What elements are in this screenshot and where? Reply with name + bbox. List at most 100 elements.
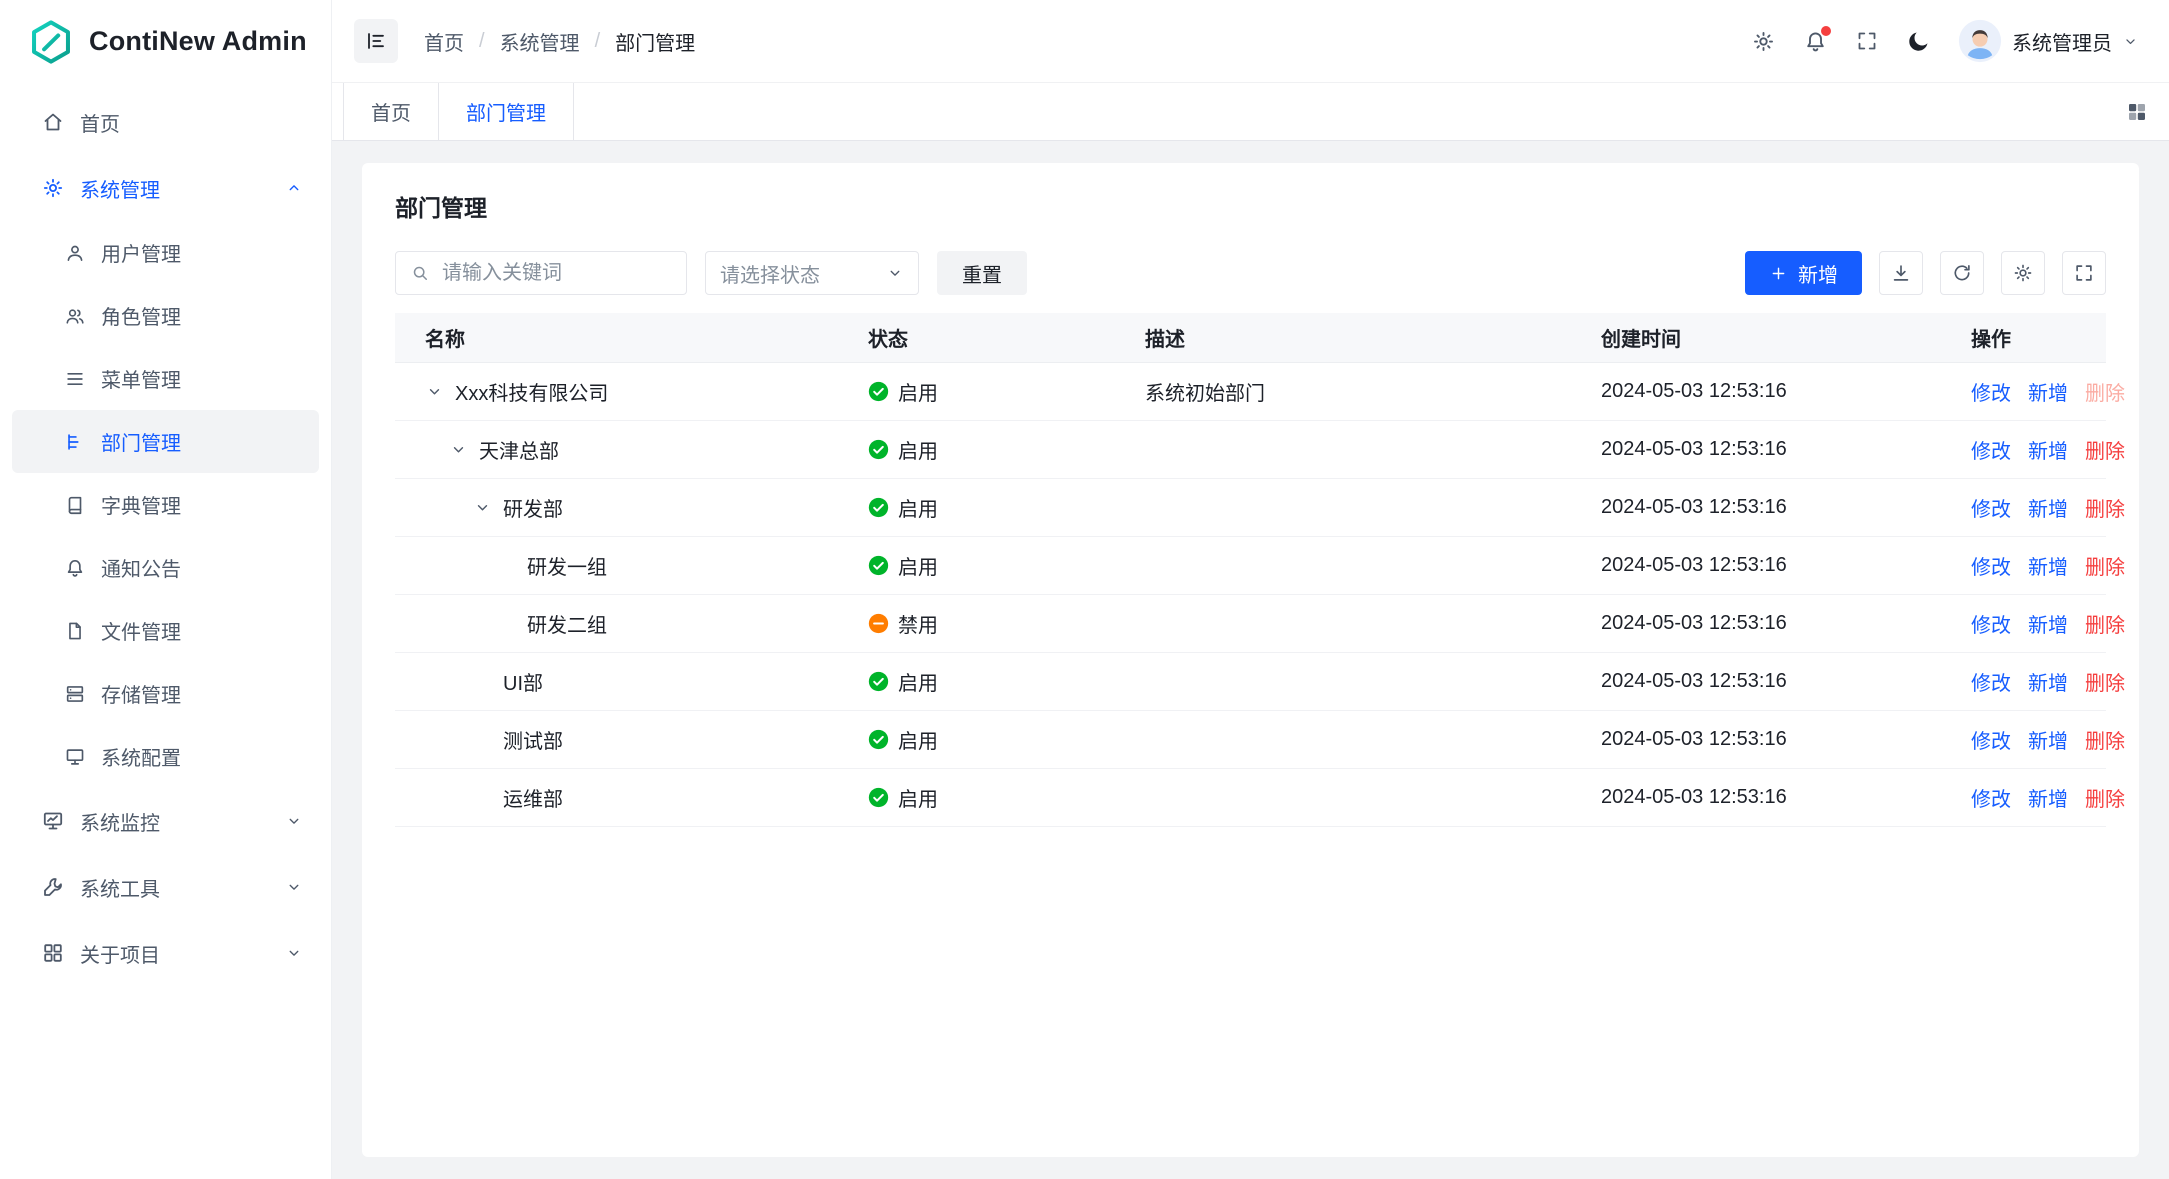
row-expand-icon[interactable]: [473, 498, 503, 517]
delete-link[interactable]: 删除: [2085, 377, 2125, 406]
sidebar-item-notice[interactable]: 通知公告: [12, 536, 319, 599]
grid-icon: [41, 941, 65, 965]
add-link[interactable]: 新增: [2028, 377, 2068, 406]
search-icon: [410, 263, 430, 283]
breadcrumb-system-management[interactable]: 系统管理: [500, 27, 580, 56]
table-toolbar: 请选择状态 重置 新增: [395, 251, 2106, 295]
col-header-operations: 操作: [1941, 323, 2106, 352]
department-name: 研发部: [503, 493, 563, 522]
notifications-button[interactable]: [1803, 29, 1828, 54]
status-label: 启用: [898, 783, 938, 812]
refresh-icon: [1951, 262, 1973, 284]
table-row: Xxx科技有限公司启用系统初始部门2024-05-03 12:53:16修改新增…: [395, 363, 2106, 421]
edit-link[interactable]: 修改: [1971, 783, 2011, 812]
col-header-status: 状态: [838, 323, 1115, 352]
dark-mode-toggle[interactable]: [1906, 29, 1931, 54]
collapse-sidebar-button[interactable]: [354, 19, 398, 63]
tab-department-management[interactable]: 部门管理: [439, 83, 574, 140]
status-select[interactable]: 请选择状态: [705, 251, 919, 295]
edit-link[interactable]: 修改: [1971, 551, 2011, 580]
sidebar-item-system-config[interactable]: 系统配置: [12, 725, 319, 788]
table-row: 研发二组禁用2024-05-03 12:53:16修改新增删除: [395, 595, 2106, 653]
sidebar-item-user-management[interactable]: 用户管理: [12, 221, 319, 284]
created-time: 2024-05-03 12:53:16: [1571, 496, 1941, 519]
delete-link[interactable]: 删除: [2085, 435, 2125, 464]
tab-home[interactable]: 首页: [343, 83, 439, 140]
add-link[interactable]: 新增: [2028, 493, 2068, 522]
status-enabled-icon: [868, 729, 889, 750]
tree-icon: [64, 431, 86, 453]
add-link[interactable]: 新增: [2028, 725, 2068, 754]
column-settings-button[interactable]: [2001, 251, 2045, 295]
sidebar-item-role-management[interactable]: 角色管理: [12, 284, 319, 347]
sidebar-item-label: 通知公告: [101, 553, 303, 582]
sidebar-item-dict-management[interactable]: 字典管理: [12, 473, 319, 536]
monitor-icon: [64, 746, 86, 768]
row-actions: 修改新增删除: [1941, 725, 2106, 754]
table-fullscreen-button[interactable]: [2062, 251, 2106, 295]
sidebar-item-system-management[interactable]: 系统管理: [0, 155, 331, 221]
fullscreen-button[interactable]: [1855, 29, 1879, 53]
add-link[interactable]: 新增: [2028, 609, 2068, 638]
keyword-search-input[interactable]: [440, 261, 672, 286]
table-row: UI部启用2024-05-03 12:53:16修改新增删除: [395, 653, 2106, 711]
edit-link[interactable]: 修改: [1971, 435, 2011, 464]
add-department-button[interactable]: 新增: [1745, 251, 1862, 295]
sidebar-item-label: 关于项目: [80, 939, 270, 968]
tab-label: 部门管理: [466, 97, 546, 126]
chevron-down-icon: [886, 264, 904, 282]
settings-button[interactable]: [1751, 29, 1776, 54]
sidebar-item-file-management[interactable]: 文件管理: [12, 599, 319, 662]
status-label: 启用: [898, 493, 938, 522]
sidebar-item-system-monitor[interactable]: 系统监控: [0, 788, 331, 854]
add-link[interactable]: 新增: [2028, 435, 2068, 464]
add-link[interactable]: 新增: [2028, 551, 2068, 580]
delete-link[interactable]: 删除: [2085, 725, 2125, 754]
tab-label: 首页: [371, 97, 411, 126]
breadcrumb-home[interactable]: 首页: [424, 27, 464, 56]
created-time: 2024-05-03 12:53:16: [1571, 380, 1941, 403]
sidebar-item-menu-management[interactable]: 菜单管理: [12, 347, 319, 410]
sidebar-item-system-tools[interactable]: 系统工具: [0, 854, 331, 920]
plus-icon: [1769, 264, 1788, 283]
apps-grid-icon: [2125, 100, 2149, 124]
edit-link[interactable]: 修改: [1971, 609, 2011, 638]
delete-link[interactable]: 删除: [2085, 667, 2125, 696]
add-link[interactable]: 新增: [2028, 783, 2068, 812]
gear-icon: [41, 176, 65, 200]
row-expand-icon[interactable]: [449, 440, 479, 459]
fullscreen-icon: [1855, 29, 1879, 53]
edit-link[interactable]: 修改: [1971, 667, 2011, 696]
department-name: Xxx科技有限公司: [455, 377, 608, 406]
delete-link[interactable]: 删除: [2085, 609, 2125, 638]
row-actions: 修改新增删除: [1941, 609, 2106, 638]
row-expand-icon[interactable]: [425, 382, 455, 401]
department-table: 名称 状态 描述 创建时间 操作 Xxx科技有限公司启用系统初始部门2024-0…: [395, 313, 2106, 827]
edit-link[interactable]: 修改: [1971, 725, 2011, 754]
delete-link[interactable]: 删除: [2085, 783, 2125, 812]
user-menu[interactable]: 系统管理员: [1958, 19, 2139, 63]
created-time: 2024-05-03 12:53:16: [1571, 786, 1941, 809]
edit-link[interactable]: 修改: [1971, 493, 2011, 522]
sidebar-item-storage-management[interactable]: 存储管理: [12, 662, 319, 725]
add-link[interactable]: 新增: [2028, 667, 2068, 696]
status-label: 禁用: [898, 609, 938, 638]
delete-link[interactable]: 删除: [2085, 551, 2125, 580]
col-header-description: 描述: [1115, 323, 1571, 352]
sidebar-item-department-management[interactable]: 部门管理: [12, 410, 319, 473]
sidebar-item-label: 存储管理: [101, 679, 303, 708]
refresh-button[interactable]: [1940, 251, 1984, 295]
status-label: 启用: [898, 667, 938, 696]
export-button[interactable]: [1879, 251, 1923, 295]
sidebar-item-label: 字典管理: [101, 490, 303, 519]
reset-button[interactable]: 重置: [937, 251, 1027, 295]
sidebar-item-home[interactable]: 首页: [0, 89, 331, 155]
menu-list-icon: [64, 368, 86, 390]
sidebar-item-about-project[interactable]: 关于项目: [0, 920, 331, 986]
status-enabled-icon: [868, 787, 889, 808]
col-header-name: 名称: [395, 323, 838, 352]
tab-layout-button[interactable]: [2125, 83, 2169, 140]
delete-link[interactable]: 删除: [2085, 493, 2125, 522]
fullscreen-icon: [2073, 262, 2095, 284]
edit-link[interactable]: 修改: [1971, 377, 2011, 406]
